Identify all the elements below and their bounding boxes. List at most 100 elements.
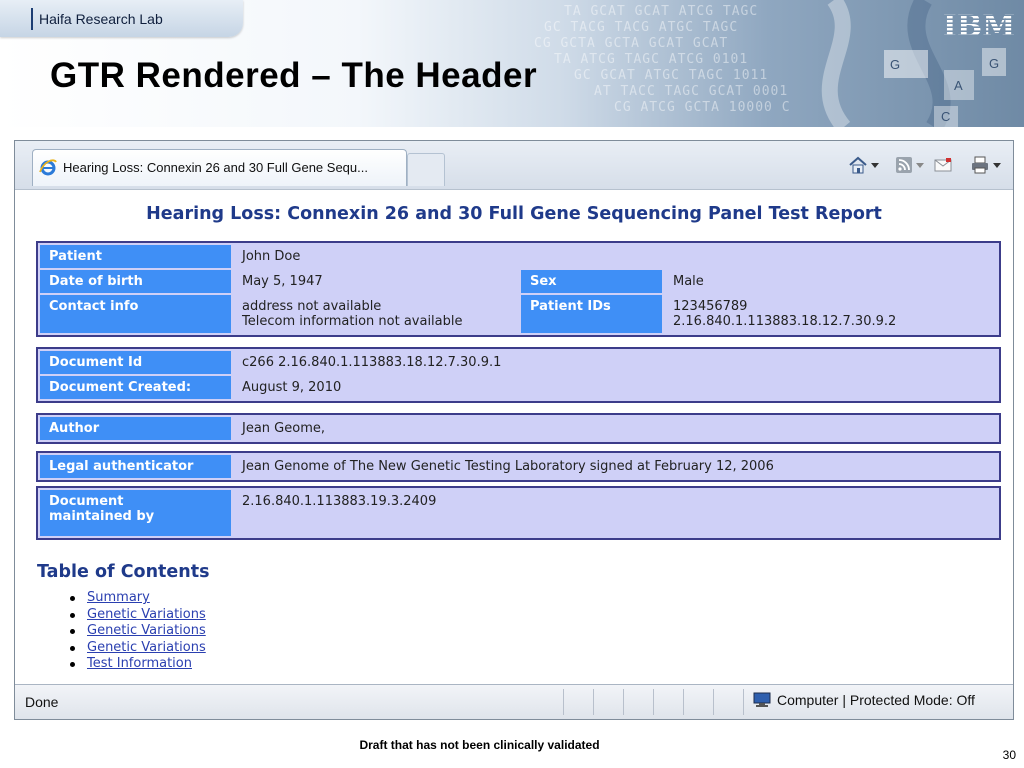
- patient-ids-value: 123456789 2.16.840.1.113883.18.12.7.30.9…: [664, 295, 997, 333]
- status-bar: Done Computer | Protected Mode: Off: [15, 684, 1013, 719]
- legal-authenticator-label: Legal authenticator: [40, 455, 231, 478]
- contact-value: address not available Telecom informatio…: [233, 295, 519, 333]
- status-text: Done: [25, 694, 59, 710]
- print-button[interactable]: [970, 154, 1001, 176]
- read-mail-button[interactable]: [934, 154, 952, 176]
- command-bar: [848, 153, 1001, 177]
- status-divider: [713, 689, 714, 715]
- table-row: Document Created: August 9, 2010: [40, 376, 997, 399]
- report-title: Hearing Loss: Connexin 26 and 30 Full Ge…: [146, 204, 882, 224]
- document-table: Document Id c266 2.16.840.1.113883.18.12…: [38, 349, 999, 401]
- sex-label: Sex: [521, 270, 662, 293]
- dob-label: Date of birth: [40, 270, 231, 293]
- footer-note: Draft that has not been clinically valid…: [359, 738, 600, 752]
- table-row: Document maintained by 2.16.840.1.113883…: [40, 490, 997, 536]
- maintained-by-block: Document maintained by 2.16.840.1.113883…: [36, 486, 1001, 540]
- toc-link-summary[interactable]: Summary: [87, 590, 150, 605]
- toc-link-genetic-variations[interactable]: Genetic Variations: [87, 623, 206, 638]
- list-item: Genetic Variations: [65, 623, 206, 640]
- lab-tab-accent-bar: [31, 8, 33, 30]
- table-row: Document Id c266 2.16.840.1.113883.18.12…: [40, 351, 997, 374]
- sex-value: Male: [664, 270, 997, 293]
- lab-name-tab: Haifa Research Lab: [0, 0, 243, 37]
- svg-text:G: G: [989, 56, 999, 71]
- table-row: Patient John Doe: [40, 245, 997, 268]
- lab-name: Haifa Research Lab: [39, 11, 163, 27]
- home-button[interactable]: [848, 154, 879, 176]
- chevron-down-icon[interactable]: [916, 162, 924, 168]
- document-id-value: c266 2.16.840.1.113883.18.12.7.30.9.1: [233, 351, 997, 374]
- page-number: 30: [1002, 748, 1016, 762]
- svg-text:C: C: [941, 109, 950, 124]
- maintained-by-label-line2: maintained by: [49, 509, 155, 524]
- maintained-by-label-line1: Document: [49, 494, 124, 509]
- dob-value: May 5, 1947: [233, 270, 519, 293]
- toc-list: Summary Genetic Variations Genetic Varia…: [65, 590, 206, 673]
- status-divider: [683, 689, 684, 715]
- table-row: Legal authenticator Jean Genome of The N…: [40, 455, 997, 478]
- patient-ids-label: Patient IDs: [521, 295, 662, 333]
- slide-title: GTR Rendered – The Header: [50, 56, 538, 95]
- contact-address: address not available: [242, 299, 382, 314]
- list-item: Summary: [65, 590, 206, 607]
- document-created-value: August 9, 2010: [233, 376, 997, 399]
- maintained-by-value: 2.16.840.1.113883.19.3.2409: [233, 490, 997, 536]
- print-icon: [972, 156, 988, 174]
- list-item: Genetic Variations: [65, 607, 206, 624]
- table-row: Author Jean Geome,: [40, 417, 997, 440]
- tab-title: Hearing Loss: Connexin 26 and 30 Full Ge…: [63, 160, 368, 175]
- author-block: Author Jean Geome,: [36, 413, 1001, 444]
- patient-info-block: Patient John Doe Date of birth May 5, 19…: [36, 241, 1001, 337]
- patient-table: Patient John Doe Date of birth May 5, 19…: [38, 243, 999, 335]
- chevron-down-icon[interactable]: [993, 162, 1001, 168]
- ibm-logo: IBM: [944, 9, 1014, 40]
- browser-window: Hearing Loss: Connexin 26 and 30 Full Ge…: [14, 140, 1014, 720]
- status-divider: [563, 689, 564, 715]
- patient-label: Patient: [40, 245, 231, 268]
- svg-text:A: A: [954, 78, 963, 93]
- author-value: Jean Geome,: [233, 417, 997, 440]
- browser-tab-active[interactable]: Hearing Loss: Connexin 26 and 30 Full Ge…: [32, 149, 407, 186]
- author-label: Author: [40, 417, 231, 440]
- page-content: Hearing Loss: Connexin 26 and 30 Full Ge…: [15, 190, 1013, 684]
- toc-link-genetic-variations[interactable]: Genetic Variations: [87, 640, 206, 655]
- ibm-logo-text: IBM: [944, 9, 1014, 40]
- maintained-by-label: Document maintained by: [40, 490, 231, 536]
- list-item: Genetic Variations: [65, 640, 206, 657]
- internet-explorer-icon: [39, 159, 57, 176]
- status-divider: [653, 689, 654, 715]
- document-info-block: Document Id c266 2.16.840.1.113883.18.12…: [36, 347, 1001, 403]
- zone-text: Computer | Protected Mode: Off: [777, 692, 975, 708]
- table-row: Contact info address not available Telec…: [40, 295, 997, 333]
- status-divider: [593, 689, 594, 715]
- legal-authenticator-value: Jean Genome of The New Genetic Testing L…: [233, 455, 997, 478]
- patient-value: John Doe: [233, 245, 997, 268]
- toc-link-test-information[interactable]: Test Information: [87, 656, 192, 671]
- mail-icon: [934, 158, 952, 172]
- author-table: Author Jean Geome,: [38, 415, 999, 442]
- new-tab-button[interactable]: [407, 153, 445, 186]
- document-created-label: Document Created:: [40, 376, 231, 399]
- legal-authenticator-block: Legal authenticator Jean Genome of The N…: [36, 451, 1001, 482]
- maintained-by-table: Document maintained by 2.16.840.1.113883…: [38, 488, 999, 538]
- computer-icon: [753, 692, 771, 707]
- patient-id-1: 123456789: [673, 299, 748, 314]
- browser-tab-bar: Hearing Loss: Connexin 26 and 30 Full Ge…: [15, 141, 1013, 190]
- patient-id-2: 2.16.840.1.113883.18.12.7.30.9.2: [673, 314, 897, 329]
- slide-header-banner: TA GCAT GCAT ATCG TAGC GC TACG TACG ATGC…: [0, 0, 1024, 127]
- svg-text:G: G: [890, 57, 900, 72]
- chevron-down-icon[interactable]: [871, 162, 879, 168]
- home-icon: [849, 156, 867, 174]
- security-zone[interactable]: Computer | Protected Mode: Off: [753, 692, 975, 708]
- status-divider: [743, 689, 744, 715]
- legal-authenticator-table: Legal authenticator Jean Genome of The N…: [38, 453, 999, 480]
- contact-label: Contact info: [40, 295, 231, 333]
- contact-telecom: Telecom information not available: [242, 314, 463, 329]
- document-id-label: Document Id: [40, 351, 231, 374]
- list-item: Test Information: [65, 656, 206, 673]
- toc-link-genetic-variations[interactable]: Genetic Variations: [87, 607, 206, 622]
- table-row: Date of birth May 5, 1947 Sex Male: [40, 270, 997, 293]
- feeds-button[interactable]: [895, 154, 924, 176]
- feeds-icon: [896, 157, 912, 173]
- toc-heading: Table of Contents: [37, 562, 210, 582]
